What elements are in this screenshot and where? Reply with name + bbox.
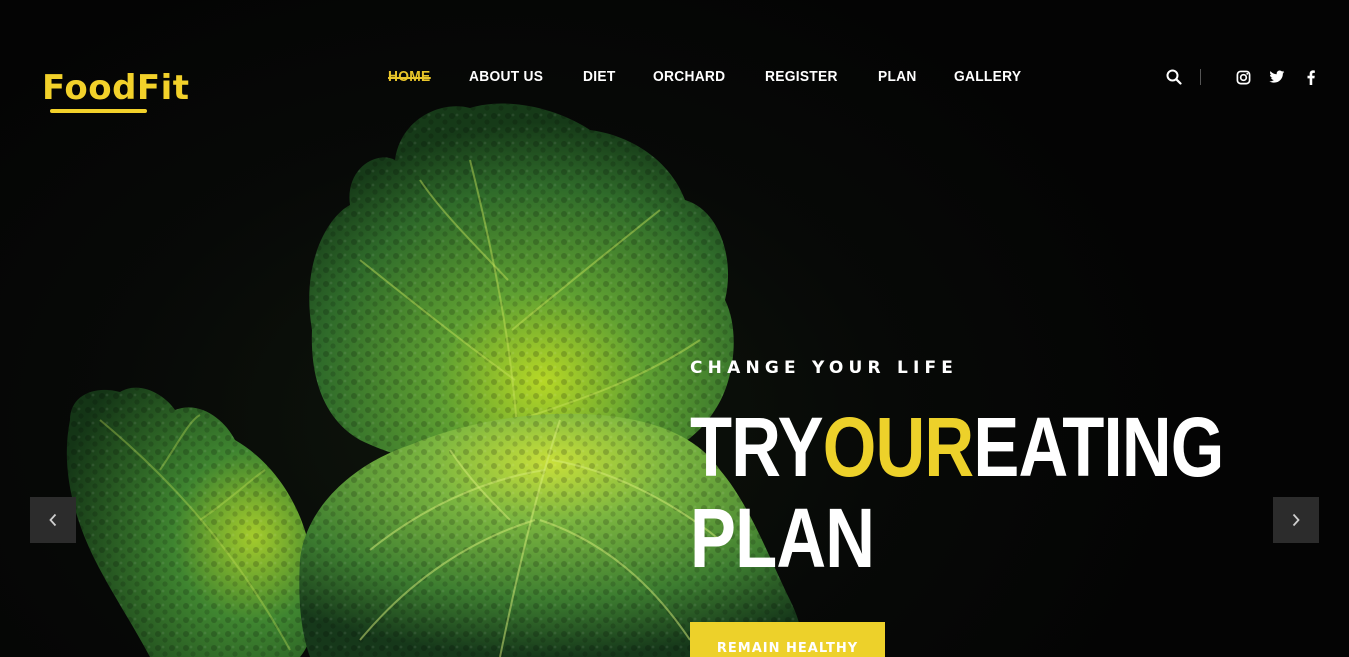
hero-kicker: CHANGE YOUR LIFE [690,358,959,378]
headline-line2: PLAN [690,491,875,585]
slider-next-button[interactable] [1273,497,1319,543]
nav-item-register[interactable]: REGISTER [765,66,838,88]
facebook-icon[interactable] [1301,67,1321,87]
hero-headline: TRYOUREATING PLAN [690,400,1224,585]
instagram-icon[interactable] [1233,67,1253,87]
chevron-left-icon [49,513,57,527]
search-icon[interactable] [1164,67,1184,87]
header-icons [1164,66,1321,88]
twitter-icon[interactable] [1267,67,1287,87]
nav-item-diet[interactable]: DIET [583,66,616,88]
header-divider [1200,69,1201,85]
headline-accent: OUR [822,400,974,494]
headline-part2: EATING [973,400,1224,494]
nav-item-gallery[interactable]: GALLERY [954,66,1021,88]
logo-text: FoodFit [42,68,190,108]
logo[interactable]: FoodFit [42,68,190,116]
nav-item-home[interactable]: HOME [388,66,431,88]
chevron-right-icon [1292,513,1300,527]
remain-healthy-button[interactable]: REMAIN HEALTHY [690,622,885,657]
logo-underline [50,109,147,113]
slider-prev-button[interactable] [30,497,76,543]
cta-label: REMAIN HEALTHY [716,641,859,656]
nav-item-plan[interactable]: PLAN [878,66,917,88]
nav-item-orchard[interactable]: ORCHARD [653,66,725,88]
headline-part1: TRY [690,400,824,494]
main-nav: HOME ABOUT US DIET ORCHARD REGISTER PLAN… [388,66,1061,88]
nav-item-about-us[interactable]: ABOUT US [469,66,543,88]
hero-slider: FoodFit HOME ABOUT US DIET ORCHARD REGIS… [0,0,1349,657]
